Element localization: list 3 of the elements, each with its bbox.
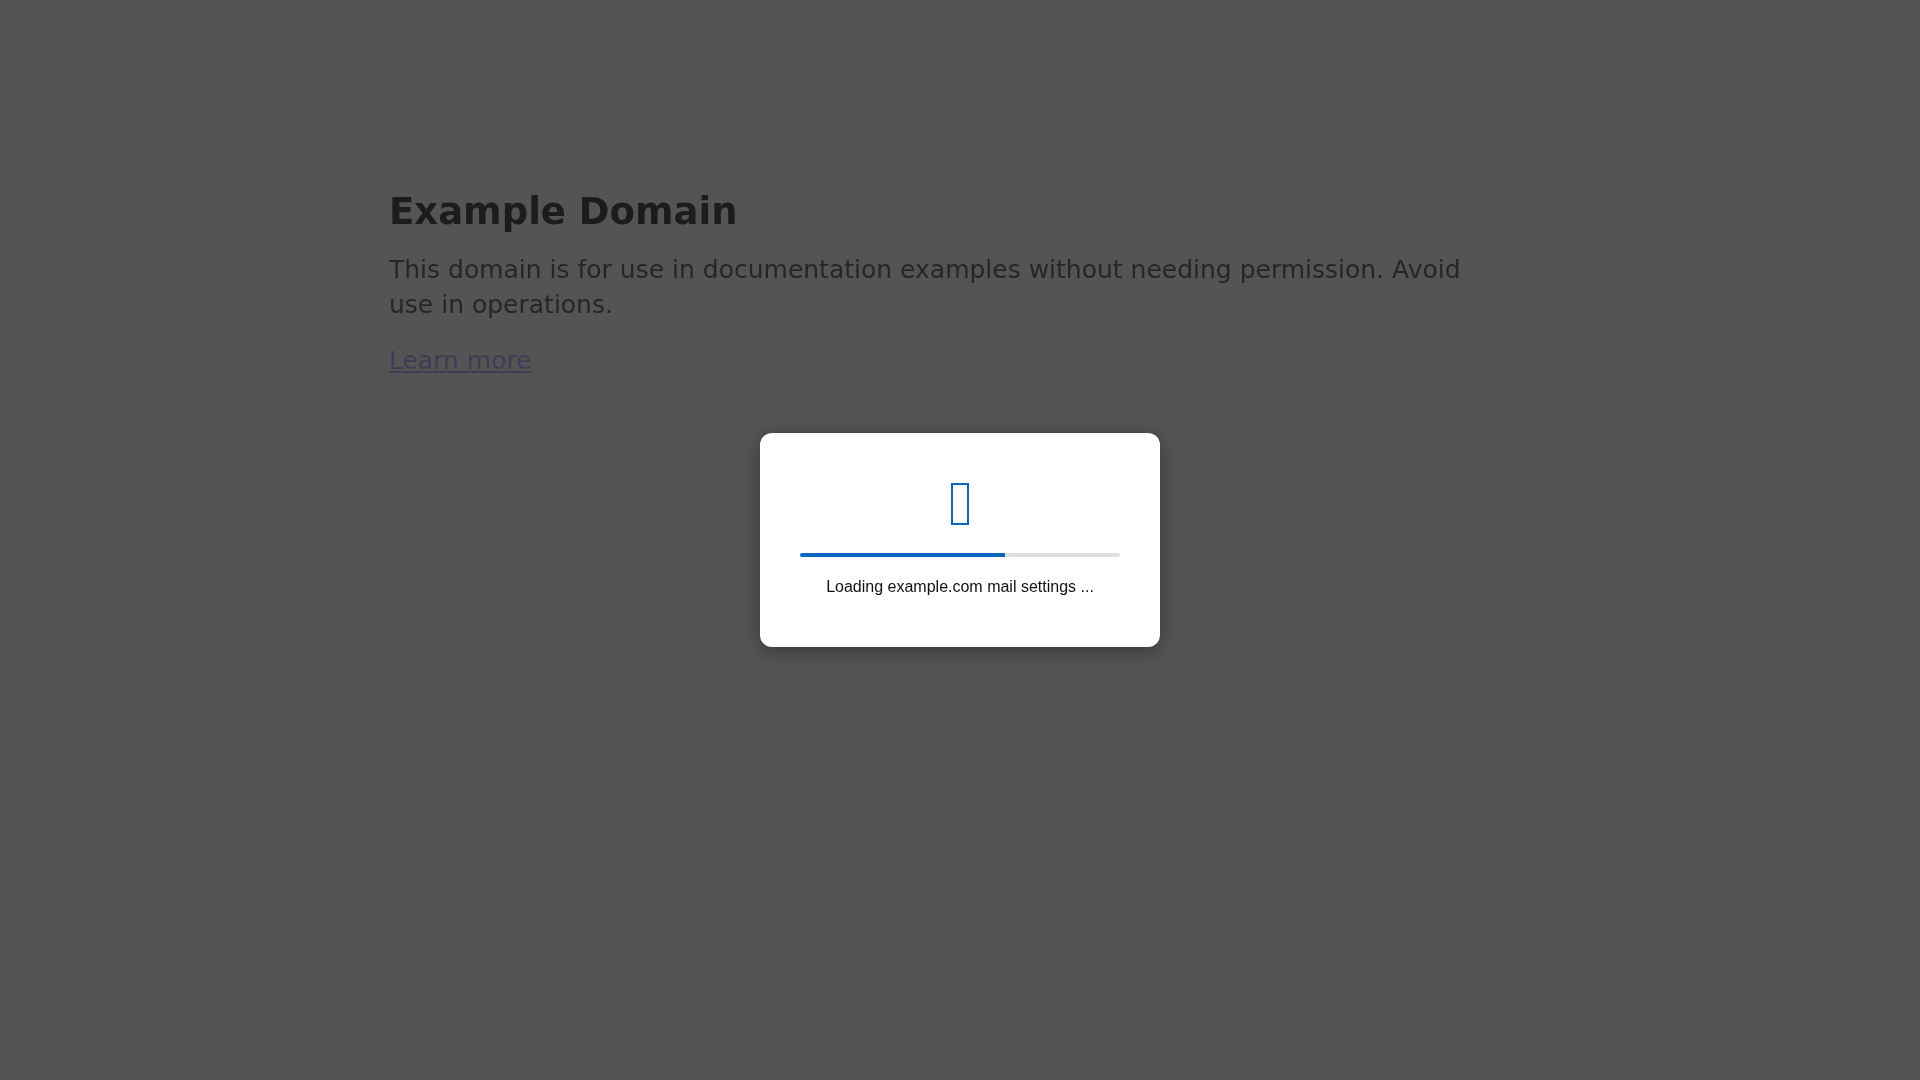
loading-message: Loading example.com mail settings ... bbox=[825, 577, 1095, 597]
missing-glyph-icon bbox=[951, 483, 969, 525]
page-heading: Example Domain bbox=[389, 190, 739, 235]
